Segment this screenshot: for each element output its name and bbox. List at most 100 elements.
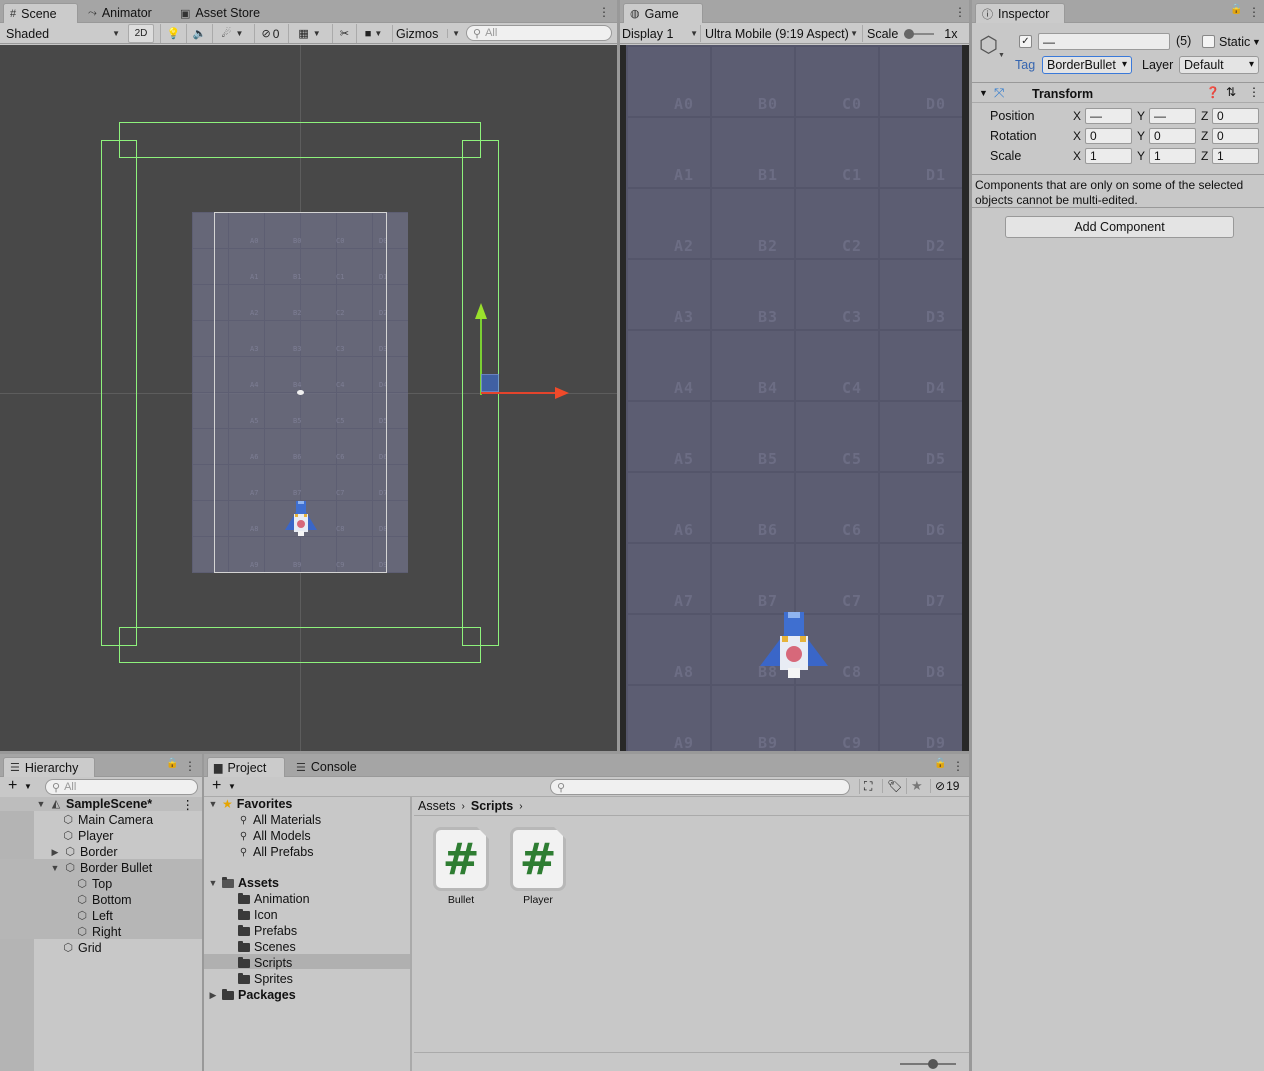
player-ship-sprite[interactable]	[758, 610, 830, 680]
favorites-all-materials[interactable]: ⚲ All Materials	[238, 812, 321, 828]
tab-scene[interactable]: # Scene	[3, 3, 78, 23]
scene-menu-icon[interactable]: ⋮	[182, 797, 195, 812]
rotation-x-field[interactable]	[1085, 128, 1132, 144]
hierarchy-item-border[interactable]: ▶ ⬡ Border	[50, 844, 118, 860]
hierarchy-item-top[interactable]: ⬡ Top	[76, 876, 112, 892]
rotation-y-field[interactable]	[1149, 128, 1196, 144]
camera-dropdown[interactable]: ■ ▼	[356, 24, 390, 43]
move-gizmo-x-axis[interactable]	[481, 387, 569, 399]
kebab-menu-icon[interactable]: ⋮	[954, 5, 966, 19]
filter-by-label-icon[interactable]: 🏷	[882, 779, 902, 793]
scene-root-item[interactable]: ▼ ◭ SampleScene* ⋮	[36, 796, 200, 812]
scene-search-input[interactable]: ⚲	[466, 25, 612, 41]
foldout-arrow-icon[interactable]: ▼	[208, 799, 218, 809]
lock-icon[interactable]: 🔒	[1230, 4, 1242, 15]
favorites-all-prefabs[interactable]: ⚲ All Prefabs	[238, 844, 314, 860]
help-icon[interactable]: ❓	[1206, 86, 1220, 99]
static-dropdown-icon[interactable]: ▼	[1252, 37, 1261, 47]
rotation-z-field[interactable]	[1212, 128, 1259, 144]
csharp-script-icon[interactable]: #	[510, 827, 566, 891]
tab-animator[interactable]: ⤳ Animator	[82, 3, 160, 23]
layer-dropdown[interactable]: Default	[1179, 56, 1259, 74]
grid-snap-dropdown[interactable]: ▦ ▼	[288, 24, 330, 43]
effects-dropdown[interactable]: ☄ ▼	[212, 24, 252, 43]
breadcrumb-assets[interactable]: Assets	[418, 799, 456, 813]
aspect-ratio-dropdown[interactable]: Ultra Mobile (9:19 Aspect) ▼	[700, 25, 858, 42]
icon-size-slider-thumb[interactable]	[928, 1059, 938, 1069]
tab-hierarchy[interactable]: ☰ Hierarchy	[3, 757, 95, 777]
hierarchy-item-grid[interactable]: ⬡ Grid	[62, 940, 101, 956]
foldout-arrow-icon[interactable]: ▼	[979, 88, 988, 98]
lighting-toggle-button[interactable]: 💡	[160, 24, 186, 43]
static-checkbox[interactable]	[1202, 35, 1215, 48]
hierarchy-item-right[interactable]: ⬡ Right	[76, 924, 121, 940]
kebab-menu-icon[interactable]: ⋮	[598, 5, 610, 19]
scale-slider-thumb[interactable]	[904, 28, 915, 39]
scene-search-field[interactable]	[485, 27, 610, 39]
tab-console[interactable]: ☰ Console	[290, 757, 365, 777]
project-search-input[interactable]: ⚲	[550, 779, 850, 795]
active-checkbox[interactable]: ✓	[1019, 35, 1032, 48]
foldout-arrow-icon[interactable]: ▶	[50, 847, 60, 858]
position-x-field[interactable]	[1085, 108, 1132, 124]
scale-x-field[interactable]	[1085, 148, 1132, 164]
folder-sprites[interactable]: Sprites	[238, 971, 293, 987]
folder-scenes[interactable]: Scenes	[238, 939, 296, 955]
kebab-menu-icon[interactable]: ⋮	[1248, 5, 1260, 19]
filter-by-type-icon[interactable]: ⛶	[859, 779, 872, 794]
hidden-objects-toggle[interactable]: ⊘ 0	[254, 24, 286, 43]
preset-icon[interactable]: ⇅	[1226, 85, 1236, 99]
tab-inspector[interactable]: ⓘ Inspector	[975, 3, 1065, 23]
project-asset-view[interactable]: Assets › Scripts › # Bullet # Player	[414, 797, 969, 1071]
component-menu-icon[interactable]: ⋮	[1248, 85, 1260, 99]
scale-z-field[interactable]	[1212, 148, 1259, 164]
audio-toggle-button[interactable]: 🔈	[186, 24, 212, 43]
tab-project[interactable]: ▆ Project	[207, 757, 285, 777]
hierarchy-search-input[interactable]: ⚲	[45, 779, 198, 795]
scale-y-field[interactable]	[1149, 148, 1196, 164]
display-dropdown[interactable]: Display 1 ▼	[622, 25, 698, 42]
move-gizmo-plane-handle[interactable]	[481, 374, 499, 392]
favorites-all-models[interactable]: ⚲ All Models	[238, 828, 311, 844]
folder-icon-folder[interactable]: Icon	[238, 907, 278, 923]
add-icon[interactable]: +	[8, 777, 17, 795]
csharp-script-icon[interactable]: #	[433, 827, 489, 891]
hierarchy-search-field[interactable]	[64, 781, 195, 793]
hierarchy-item-left[interactable]: ⬡ Left	[76, 908, 113, 924]
gizmos-dropdown[interactable]: Gizmos ▼	[392, 25, 460, 42]
scale-slider[interactable]	[904, 28, 935, 39]
object-name-field[interactable]	[1038, 33, 1170, 50]
favorites-item[interactable]: ▼ ★ Favorites	[208, 796, 293, 812]
add-component-button[interactable]: Add Component	[1005, 216, 1234, 238]
tools-toggle-button[interactable]: ✂	[332, 24, 356, 43]
kebab-menu-icon[interactable]: ⋮	[184, 759, 196, 773]
position-y-field[interactable]	[1149, 108, 1196, 124]
breadcrumb-scripts[interactable]: Scripts	[471, 799, 513, 813]
player-ship-sprite[interactable]	[283, 500, 319, 538]
hierarchy-item-border-bullet[interactable]: ▼ ⬡ Border Bullet	[50, 860, 153, 876]
icon-size-slider[interactable]	[900, 1059, 956, 1069]
hidden-packages-toggle[interactable]: ⊘ 19	[930, 779, 959, 793]
folder-scripts[interactable]: Scripts	[238, 955, 292, 971]
kebab-menu-icon[interactable]: ⋮	[952, 759, 964, 773]
lock-icon[interactable]: 🔒	[934, 758, 946, 769]
packages-item[interactable]: ▶ Packages	[208, 987, 296, 1003]
lock-icon[interactable]: 🔒	[166, 758, 178, 769]
game-viewport[interactable]: A0 B0 C0 D0 A1 B1 C1 D1 A2 B2 C2 D2 A3 B3 C3 D3 A4 B4 C4 D4…	[620, 45, 969, 751]
position-z-field[interactable]	[1212, 108, 1259, 124]
folder-prefabs[interactable]: Prefabs	[238, 923, 297, 939]
favorite-star-icon[interactable]: ★	[906, 778, 923, 794]
tab-asset-store[interactable]: ▣ Asset Store	[174, 3, 268, 23]
tag-dropdown[interactable]: BorderBullet	[1042, 56, 1132, 74]
shading-mode-dropdown[interactable]: Shaded ▼	[6, 25, 122, 42]
chevron-down-icon[interactable]: ▼	[228, 782, 236, 791]
transform-header[interactable]: ▼ ⤧ Transform ❓ ⇅ ⋮	[972, 82, 1264, 103]
assets-item[interactable]: ▼ Assets	[208, 875, 279, 891]
hierarchy-item-bottom[interactable]: ⬡ Bottom	[76, 892, 131, 908]
add-icon[interactable]: +	[212, 777, 221, 795]
foldout-arrow-icon[interactable]: ▶	[208, 990, 218, 1001]
hierarchy-item-main-camera[interactable]: ⬡ Main Camera	[62, 812, 153, 828]
tab-game[interactable]: ◍ Game	[623, 3, 703, 23]
folder-animation[interactable]: Animation	[238, 891, 310, 907]
foldout-arrow-icon[interactable]: ▼	[50, 863, 60, 873]
